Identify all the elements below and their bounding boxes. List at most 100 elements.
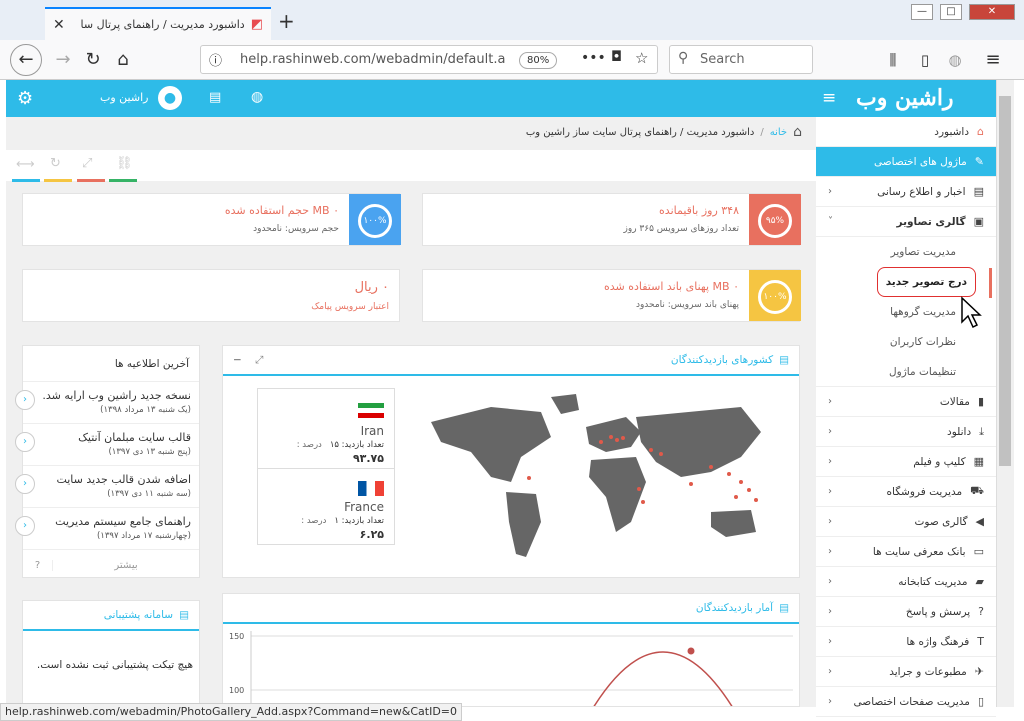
list-icon: ▤ bbox=[779, 354, 789, 366]
window-close-button[interactable]: ✕ bbox=[969, 4, 1015, 20]
chevron-left-icon[interactable]: ‹ bbox=[15, 474, 35, 494]
resize-icon[interactable]: ⟷ bbox=[16, 157, 35, 172]
mouse-cursor-icon bbox=[961, 296, 982, 329]
server-icon[interactable]: ▤ bbox=[209, 90, 221, 105]
chevron-left-icon[interactable]: ‹ bbox=[15, 432, 35, 452]
fullscreen-icon[interactable]: ⤢ bbox=[82, 156, 92, 171]
page-actions-icon[interactable]: ••• bbox=[581, 50, 606, 66]
url-bar[interactable]: ⓘ help.rashinweb.com/webadmin/default.a … bbox=[200, 45, 658, 74]
main-content: ⌂ خانه / داشبورد مدیریت / راهنمای پرتال … bbox=[6, 117, 816, 707]
sidebar-item-custom-modules[interactable]: ✎ ماژول های اختصاصی bbox=[816, 147, 996, 177]
sidebar-item-gallery[interactable]: ▣ گالری تصاویر ˅ bbox=[816, 207, 996, 237]
sidebar-item-download[interactable]: ⤓ دانلود ‹ bbox=[816, 417, 996, 447]
sidebar-item-dashboard[interactable]: ⌂ داشبورد bbox=[816, 117, 996, 147]
sidebar-item-custom-pages[interactable]: ▯ مدیریت صفحات اختصاصی ‹ bbox=[816, 687, 996, 717]
news-item[interactable]: قالب سایت مبلمان آنتیک (پنج شنبه ۱۳ دی ۱۳… bbox=[15, 424, 199, 466]
sidebar-item-articles[interactable]: ▮ مقالات ‹ bbox=[816, 387, 996, 417]
bandwidth-card: ۰ MB پهنای باند استفاده شده پهنای باند سر… bbox=[422, 269, 801, 322]
submenu-module-settings[interactable]: تنظیمات ماژول bbox=[816, 357, 996, 387]
days-remaining-card: ۳۴۸ روز باقیمانده تعداد روزهای سرویس ۳۶۵ … bbox=[422, 193, 801, 246]
browser-tab-bar: ◩ داشبورد مدیریت / راهنمای پرتال سا ✕ + … bbox=[0, 0, 1024, 40]
sidebar-item-press[interactable]: ✈ مطبوعات و جراید ‹ bbox=[816, 657, 996, 687]
news-panel: آخرین اطلاعیه ها نسخه جدید راشین وب ارای… bbox=[15, 345, 200, 580]
library-icon[interactable]: ⫼ bbox=[878, 45, 908, 75]
sidebar-item-news[interactable]: ▤ اخبار و اطلاع رسانی ‹ bbox=[816, 177, 996, 207]
menu-icon[interactable]: ≡ bbox=[978, 45, 1008, 75]
news-footer: ? بیشتر bbox=[23, 550, 199, 580]
pencil-icon: ✎ bbox=[974, 155, 984, 168]
submenu-add-image[interactable]: درج تصویر جدید bbox=[816, 267, 996, 297]
sidebar-item-shop[interactable]: ⛟ مدیریت فروشگاه ‹ bbox=[816, 477, 996, 507]
app-header: ⚙ راشین وب ● ▤ ◍ ≡ راشین وب bbox=[6, 80, 996, 117]
collapse-icon[interactable]: − bbox=[233, 354, 242, 366]
chevron-left-icon[interactable]: ‹ bbox=[15, 516, 35, 536]
support-empty-text: هیچ تیکت پشتیبانی ثبت نشده است. bbox=[36, 659, 193, 671]
bookmark-star-icon[interactable]: ☆ bbox=[635, 49, 648, 67]
logo[interactable]: راشین وب bbox=[856, 85, 954, 111]
sidebar-toggle-icon[interactable]: ▯ bbox=[910, 45, 940, 75]
data-point bbox=[687, 647, 695, 655]
globe-icon[interactable]: ◍ bbox=[251, 89, 263, 105]
panel-title: آمار بازدیدکنندگان bbox=[695, 602, 774, 614]
question-icon: ? bbox=[978, 605, 984, 618]
refresh-icon[interactable]: ↻ bbox=[50, 156, 61, 171]
sidebar-item-faq[interactable]: ? پرسش و پاسخ ‹ bbox=[816, 597, 996, 627]
film-icon: ▦ bbox=[973, 455, 984, 468]
sidebar-item-clips[interactable]: ▦ کلیپ و فیلم ‹ bbox=[816, 447, 996, 477]
pocket-icon[interactable]: ◘ bbox=[611, 49, 622, 65]
news-item[interactable]: راهنمای جامع سیستم مدیریت (چهارشنبه ۱۷ مر… bbox=[15, 508, 199, 550]
breadcrumb-home[interactable]: خانه bbox=[770, 127, 787, 138]
news-item[interactable]: اضافه شدن قالب جدید سایت (سه شنبه ۱۱ دی ۱… bbox=[15, 466, 199, 508]
download-icon: ⤓ bbox=[979, 424, 984, 438]
browser-tab[interactable]: ◩ داشبورد مدیریت / راهنمای پرتال سا ✕ bbox=[45, 7, 271, 40]
help-button[interactable]: ? bbox=[23, 559, 53, 571]
sms-credit-card: ۰ ریال اعتبار سرویس پیامک bbox=[22, 269, 400, 322]
home-button[interactable]: ⌂ bbox=[108, 45, 138, 75]
more-link[interactable]: بیشتر bbox=[53, 560, 199, 571]
sidebar-item-audio[interactable]: ◀ گالری صوت ‹ bbox=[816, 507, 996, 537]
chevron-left-icon: ‹ bbox=[828, 186, 832, 197]
forward-button[interactable]: → bbox=[48, 45, 78, 75]
country-list: Iran تعداد بازدید: ۱۵درصد : ۹۳.۷۵ France… bbox=[257, 388, 395, 545]
breadcrumb: ⌂ خانه / داشبورد مدیریت / راهنمای پرتال … bbox=[525, 124, 802, 140]
globe-icon[interactable]: ◍ bbox=[940, 45, 970, 75]
new-tab-button[interactable]: + bbox=[278, 9, 295, 33]
list-icon: ▤ bbox=[779, 602, 789, 614]
info-icon[interactable]: ⓘ bbox=[209, 50, 222, 69]
y-tick-label: 150 bbox=[229, 632, 244, 641]
sidebar-item-site-bank[interactable]: ▭ بانک معرفی سایت ها ‹ bbox=[816, 537, 996, 567]
reload-button[interactable]: ↻ bbox=[78, 45, 108, 75]
back-button[interactable]: ← bbox=[10, 44, 42, 76]
minimize-button[interactable]: — bbox=[911, 4, 933, 20]
settings-gear-icon[interactable]: ⚙ bbox=[17, 88, 33, 109]
news-item[interactable]: نسخه جدید راشین وب ارایه شد. (یک شنبه ۱۳ … bbox=[15, 382, 199, 424]
bandwidth-progress: ۱۰۰% bbox=[749, 270, 801, 321]
search-input[interactable]: ⚲ Search bbox=[669, 45, 813, 74]
sidebar-item-glossary[interactable]: T فرهنگ واژه ها ‹ bbox=[816, 627, 996, 657]
text-icon: T bbox=[977, 635, 984, 648]
book-icon: ▰ bbox=[975, 575, 984, 588]
country-item: France تعداد بازدید: ۱درصد : ۶.۲۵ bbox=[258, 469, 394, 545]
submenu-manage-images[interactable]: مدیریت تصاویر bbox=[816, 237, 996, 267]
support-panel: ▤ سامانه پشتیبانی هیچ تیکت پشتیبانی ثبت ن… bbox=[22, 600, 200, 707]
maximize-button[interactable]: □ bbox=[940, 4, 962, 20]
avatar[interactable]: ● bbox=[158, 86, 182, 110]
home-icon: ⌂ bbox=[793, 124, 802, 140]
zoom-level[interactable]: 80% bbox=[519, 52, 558, 69]
country-item: Iran تعداد بازدید: ۱۵درصد : ۹۳.۷۵ bbox=[258, 389, 394, 469]
panel-title: کشورهای بازدیدکنندگان bbox=[670, 354, 774, 366]
site-favicon-icon: ◩ bbox=[250, 17, 263, 32]
link-icon[interactable]: ⛓ bbox=[116, 156, 133, 171]
submenu-user-comments[interactable]: نظرات کاربران bbox=[816, 327, 996, 357]
news-title: آخرین اطلاعیه ها bbox=[23, 346, 199, 382]
user-name[interactable]: راشین وب bbox=[100, 91, 148, 104]
scrollbar-thumb[interactable] bbox=[999, 96, 1011, 466]
disk-progress: ۱۰۰% bbox=[349, 194, 401, 245]
expand-icon[interactable]: ⤢ bbox=[255, 354, 263, 367]
image-icon: ▣ bbox=[973, 215, 984, 228]
close-tab-icon[interactable]: ✕ bbox=[53, 17, 65, 33]
sidebar-item-library[interactable]: ▰ مدیریت کتابخانه ‹ bbox=[816, 567, 996, 597]
home-icon: ⌂ bbox=[977, 125, 984, 138]
chevron-left-icon[interactable]: ‹ bbox=[15, 390, 35, 410]
hamburger-menu-icon[interactable]: ≡ bbox=[822, 88, 836, 108]
